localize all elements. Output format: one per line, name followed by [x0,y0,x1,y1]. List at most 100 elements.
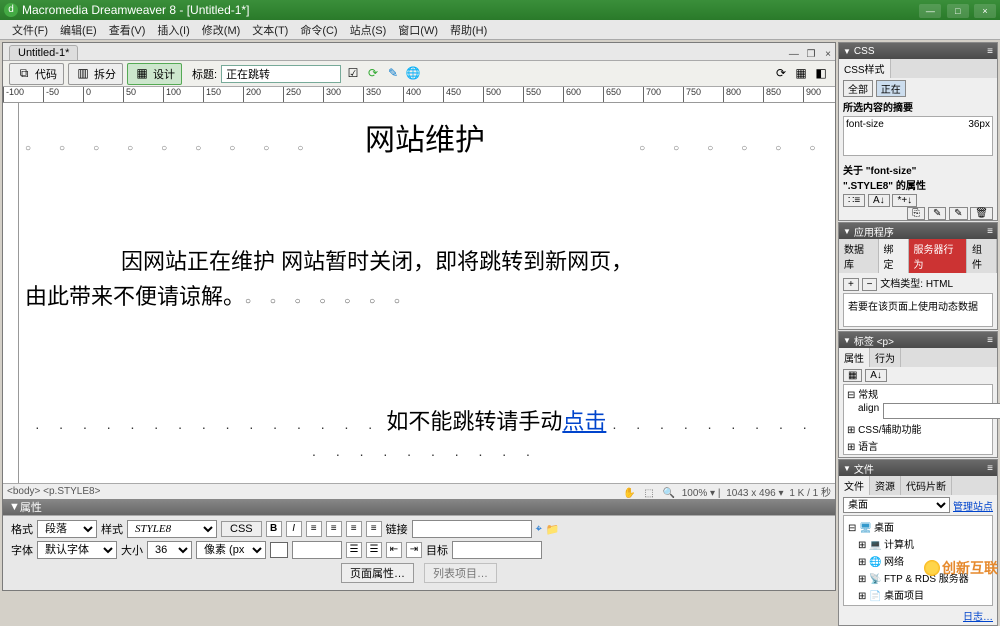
title-input[interactable] [221,65,341,83]
outdent-button[interactable]: ⇤ [386,542,402,558]
hand-tool-icon[interactable]: ✋ [622,488,636,499]
page-link[interactable]: 点击 [562,409,606,434]
page-paragraph-2[interactable]: 因网站正在维护 网站暂时关闭，即将跳转到新网页， 由此带来不便请谅解。○ ○ ○… [25,244,825,314]
format-select[interactable]: 段落 [37,520,97,538]
css-attach-icon[interactable]: ⎘ [907,207,925,220]
page-paragraph-3[interactable]: . . . . . . . . . . . . . . . 如不能跳转请手动点击… [25,404,825,462]
files-tab-assets[interactable]: 资源 [870,476,901,495]
css-prop-name[interactable]: font-size [846,119,884,130]
bold-button[interactable]: B [266,521,282,537]
browser-preview-icon[interactable]: ⟳ [365,66,381,82]
ol-button[interactable]: ☰ [366,542,382,558]
menu-commands[interactable]: 命令(C) [294,20,343,40]
minimize-button[interactable]: — [919,4,941,18]
tag-path[interactable]: <body> <p.STYLE8> [7,486,100,497]
tag-panel-header[interactable]: ▼标签 <p>≡ [839,332,997,348]
split-view-button[interactable]: ▥拆分 [68,63,123,85]
css-all-button[interactable]: 全部 [843,80,873,97]
app-add-button[interactable]: + [843,278,859,291]
tag-cat-icon[interactable]: ▦ [843,369,862,382]
files-panel-header[interactable]: ▼文件≡ [839,460,997,476]
manage-sites-link[interactable]: 管理站点 [953,498,993,513]
target-input[interactable] [452,541,542,559]
tag-list-icon[interactable]: A↓ [865,369,887,382]
italic-button[interactable]: I [286,521,302,537]
link-folder-icon[interactable]: 📁 [546,523,560,536]
menu-site[interactable]: 站点(S) [344,20,393,40]
text-color-swatch[interactable] [270,542,288,558]
align-right-button[interactable]: ≡ [346,521,362,537]
globe-icon[interactable]: 🌐 [405,66,421,82]
view-options-icon[interactable]: ▦ [793,66,809,82]
css-current-button[interactable]: 正在 [876,80,906,97]
page-properties-button[interactable]: 页面属性… [341,563,414,583]
menu-file[interactable]: 文件(F) [6,20,54,40]
menu-text[interactable]: 文本(T) [246,20,294,40]
ul-button[interactable]: ☰ [346,542,362,558]
tag-cssacc[interactable]: CSS/辅助功能 [858,425,921,436]
menu-window[interactable]: 窗口(W) [392,20,444,40]
app-tab-components[interactable]: 组件 [967,239,997,273]
file-mgmt-icon[interactable]: ✎ [385,66,401,82]
files-drive-select[interactable]: 桌面 [843,497,950,513]
tag-general[interactable]: 常规 [858,390,878,401]
tag-lang[interactable]: 语言 [858,442,878,453]
text-color-input[interactable] [292,541,342,559]
select-tool-icon[interactable]: ⬚ [642,488,656,499]
validate-icon[interactable]: ☑ [345,66,361,82]
maximize-button[interactable]: □ [947,4,969,18]
app-panel-header[interactable]: ▼应用程序≡ [839,223,997,239]
align-left-button[interactable]: ≡ [306,521,322,537]
doc-minimize-button[interactable]: — [787,49,801,60]
design-view-button[interactable]: ▦设计 [127,63,182,85]
app-tab-db[interactable]: 数据库 [839,239,879,273]
size-unit-select[interactable]: 像素 (px [196,541,266,559]
indent-button[interactable]: ⇥ [406,542,422,558]
tag-tab-attrs[interactable]: 属性 [839,348,870,367]
css-newrule-icon[interactable]: ✎ [928,207,946,220]
app-remove-button[interactable]: − [862,278,878,291]
app-tab-server[interactable]: 服务器行为 [909,239,968,273]
design-canvas[interactable]: 网站维护 ○○○○○○○○○ ○○○○○○○○○ 因网站正在维护 网站暂时关闭，… [3,103,835,483]
style-select[interactable]: STYLE8 [127,520,217,538]
link-input[interactable] [412,520,532,538]
font-select[interactable]: 默认字体 [37,541,117,559]
app-tab-bindings[interactable]: 绑定 [879,239,909,273]
files-tab-files[interactable]: 文件 [839,476,870,495]
doc-restore-button[interactable]: ❐ [804,49,818,60]
zoom-value[interactable]: 100% [682,488,708,499]
css-edit-icon[interactable]: ✎ [949,207,967,220]
css-styles-tab[interactable]: CSS样式 [839,59,891,78]
visualaids-icon[interactable]: ◧ [813,66,829,82]
css-panel-header[interactable]: ▼CSS≡ [839,43,997,59]
css-sort-icon[interactable]: A↓ [868,194,890,207]
panel-menu-icon[interactable]: ≡ [987,226,993,237]
menu-help[interactable]: 帮助(H) [444,20,493,40]
log-link[interactable]: 日志… [963,612,993,623]
menu-view[interactable]: 查看(V) [103,20,152,40]
code-view-button[interactable]: ⧉代码 [9,63,64,85]
menu-insert[interactable]: 插入(I) [151,20,195,40]
panel-menu-icon[interactable]: ≡ [987,335,993,346]
css-button[interactable]: CSS [221,521,262,537]
properties-header[interactable]: ▼ 属性 [3,499,835,515]
align-center-button[interactable]: ≡ [326,521,342,537]
menu-modify[interactable]: 修改(M) [196,20,247,40]
css-add-icon[interactable]: *+↓ [892,194,917,207]
panel-menu-icon[interactable]: ≡ [987,463,993,474]
tag-tab-behaviors[interactable]: 行为 [870,348,901,367]
css-prop-val[interactable]: 36px [968,119,990,130]
files-tab-snippets[interactable]: 代码片断 [901,476,952,495]
size-select[interactable]: 36 [147,541,192,559]
doc-close-button[interactable]: × [821,49,835,60]
tag-align-input[interactable] [883,403,1000,419]
menu-edit[interactable]: 编辑(E) [54,20,103,40]
css-cascade-icon[interactable]: ∷≡ [843,194,865,207]
link-browse-icon[interactable]: ⌖ [536,523,542,536]
panel-menu-icon[interactable]: ≡ [987,46,993,57]
refresh-icon[interactable]: ⟳ [773,66,789,82]
align-justify-button[interactable]: ≡ [366,521,382,537]
zoom-tool-icon[interactable]: 🔍 [662,488,676,499]
css-delete-icon[interactable]: 🗑 [970,207,993,220]
close-button[interactable]: × [974,4,996,18]
